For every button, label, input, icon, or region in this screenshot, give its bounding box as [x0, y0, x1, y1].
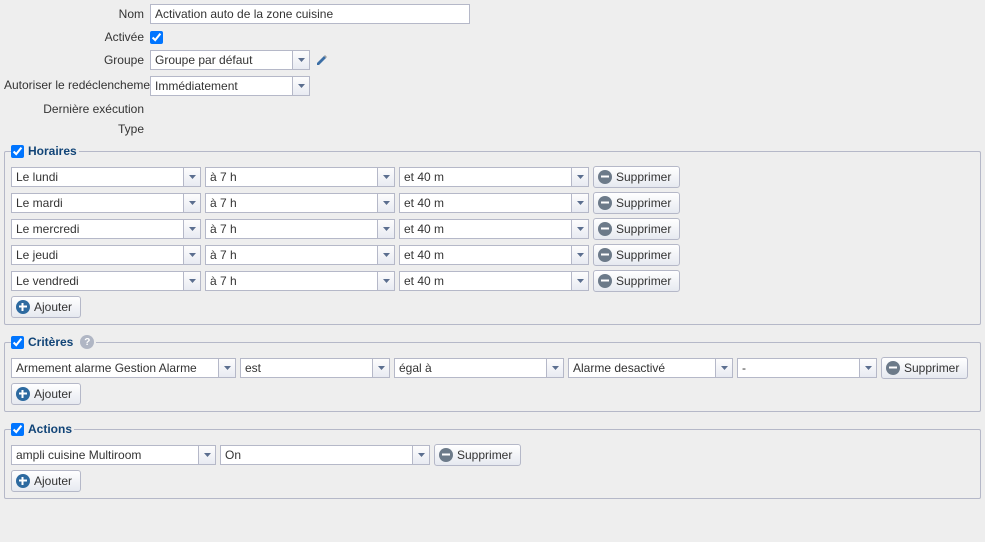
chevron-down-icon: [377, 194, 394, 212]
plus-icon: [16, 474, 30, 488]
help-icon[interactable]: ?: [80, 335, 94, 349]
schedule-row: Le mercredià 7 het 40 mSupprimer: [11, 218, 974, 240]
schedule-row: Le vendredià 7 het 40 mSupprimer: [11, 270, 974, 292]
chevron-down-icon: [571, 194, 588, 212]
minus-icon: [439, 448, 453, 462]
chevron-down-icon: [183, 246, 200, 264]
action-row: ampli cuisine MultiroomOnSupprimer: [11, 444, 974, 466]
chevron-down-icon: [183, 168, 200, 186]
schedule-hour-select[interactable]: à 7 h: [205, 219, 395, 239]
schedule-minute-select[interactable]: et 40 m: [399, 271, 589, 291]
schedule-row: Le mardià 7 het 40 mSupprimer: [11, 192, 974, 214]
criteria-verb-select[interactable]: est: [240, 358, 390, 378]
schedules-title: Horaires: [28, 144, 77, 158]
minus-icon: [598, 222, 612, 236]
chevron-down-icon: [183, 194, 200, 212]
chevron-down-icon: [292, 51, 309, 69]
retrigger-select[interactable]: Immédiatement: [150, 76, 310, 96]
minus-icon: [598, 196, 612, 210]
criteria-extra-select[interactable]: -: [737, 358, 877, 378]
delete-button[interactable]: Supprimer: [593, 244, 680, 266]
minus-icon: [598, 170, 612, 184]
actions-toggle[interactable]: [11, 423, 24, 436]
criteria-row: Armement alarme Gestion Alarmeestégal àA…: [11, 357, 974, 379]
active-checkbox[interactable]: [150, 31, 163, 44]
criteria-value-select[interactable]: Alarme desactivé: [568, 358, 733, 378]
action-value-select[interactable]: On: [220, 445, 430, 465]
schedule-row: Le jeudià 7 het 40 mSupprimer: [11, 244, 974, 266]
schedule-minute-select[interactable]: et 40 m: [399, 245, 589, 265]
criteria-add-button[interactable]: Ajouter: [11, 383, 81, 405]
action-target-select[interactable]: ampli cuisine Multiroom: [11, 445, 216, 465]
schedule-day-select[interactable]: Le mardi: [11, 193, 201, 213]
chevron-down-icon: [377, 272, 394, 290]
chevron-down-icon: [571, 220, 588, 238]
actions-add-button[interactable]: Ajouter: [11, 470, 81, 492]
edit-group-button[interactable]: [314, 52, 330, 68]
criteria-field-select[interactable]: Armement alarme Gestion Alarme: [11, 358, 236, 378]
schedule-hour-select[interactable]: à 7 h: [205, 271, 395, 291]
delete-button[interactable]: Supprimer: [593, 192, 680, 214]
minus-icon: [598, 248, 612, 262]
schedule-minute-select[interactable]: et 40 m: [399, 167, 589, 187]
last-exec-label: Dernière exécution: [4, 102, 144, 116]
schedules-section: Horaires Le lundià 7 het 40 mSupprimerLe…: [4, 144, 981, 325]
schedules-toggle[interactable]: [11, 145, 24, 158]
chevron-down-icon: [292, 77, 309, 95]
schedule-day-select[interactable]: Le vendredi: [11, 271, 201, 291]
chevron-down-icon: [377, 168, 394, 186]
actions-section: Actions ampli cuisine MultiroomOnSupprim…: [4, 422, 981, 499]
chevron-down-icon: [198, 446, 215, 464]
chevron-down-icon: [412, 446, 429, 464]
minus-icon: [886, 361, 900, 375]
plus-icon: [16, 387, 30, 401]
group-select[interactable]: Groupe par défaut: [150, 50, 310, 70]
general-settings-form: Nom Activée Groupe Groupe par défaut Aut…: [4, 4, 981, 136]
chevron-down-icon: [571, 168, 588, 186]
schedule-minute-select[interactable]: et 40 m: [399, 193, 589, 213]
schedule-minute-select[interactable]: et 40 m: [399, 219, 589, 239]
criteria-toggle[interactable]: [11, 336, 24, 349]
schedule-day-select[interactable]: Le jeudi: [11, 245, 201, 265]
plus-icon: [16, 300, 30, 314]
schedule-hour-select[interactable]: à 7 h: [205, 167, 395, 187]
group-label: Groupe: [4, 53, 144, 67]
delete-button[interactable]: Supprimer: [593, 166, 680, 188]
chevron-down-icon: [183, 272, 200, 290]
minus-icon: [598, 274, 612, 288]
schedule-day-select[interactable]: Le lundi: [11, 167, 201, 187]
chevron-down-icon: [546, 359, 563, 377]
schedule-hour-select[interactable]: à 7 h: [205, 245, 395, 265]
chevron-down-icon: [377, 220, 394, 238]
delete-button[interactable]: Supprimer: [881, 357, 968, 379]
chevron-down-icon: [183, 220, 200, 238]
criteria-title: Critères: [28, 335, 73, 349]
schedule-day-select[interactable]: Le mercredi: [11, 219, 201, 239]
name-input[interactable]: [150, 4, 470, 24]
type-label: Type: [4, 122, 144, 136]
criteria-op-select[interactable]: égal à: [394, 358, 564, 378]
chevron-down-icon: [377, 246, 394, 264]
name-label: Nom: [4, 7, 144, 21]
schedules-add-button[interactable]: Ajouter: [11, 296, 81, 318]
schedule-row: Le lundià 7 het 40 mSupprimer: [11, 166, 974, 188]
delete-button[interactable]: Supprimer: [593, 218, 680, 240]
chevron-down-icon: [571, 246, 588, 264]
chevron-down-icon: [372, 359, 389, 377]
retrigger-label: Autoriser le redéclenchement ?: [4, 78, 144, 94]
schedule-hour-select[interactable]: à 7 h: [205, 193, 395, 213]
chevron-down-icon: [859, 359, 876, 377]
actions-title: Actions: [28, 422, 72, 436]
chevron-down-icon: [571, 272, 588, 290]
criteria-section: Critères ? Armement alarme Gestion Alarm…: [4, 335, 981, 412]
delete-button[interactable]: Supprimer: [434, 444, 521, 466]
chevron-down-icon: [715, 359, 732, 377]
delete-button[interactable]: Supprimer: [593, 270, 680, 292]
chevron-down-icon: [218, 359, 235, 377]
active-label: Activée: [4, 30, 144, 44]
